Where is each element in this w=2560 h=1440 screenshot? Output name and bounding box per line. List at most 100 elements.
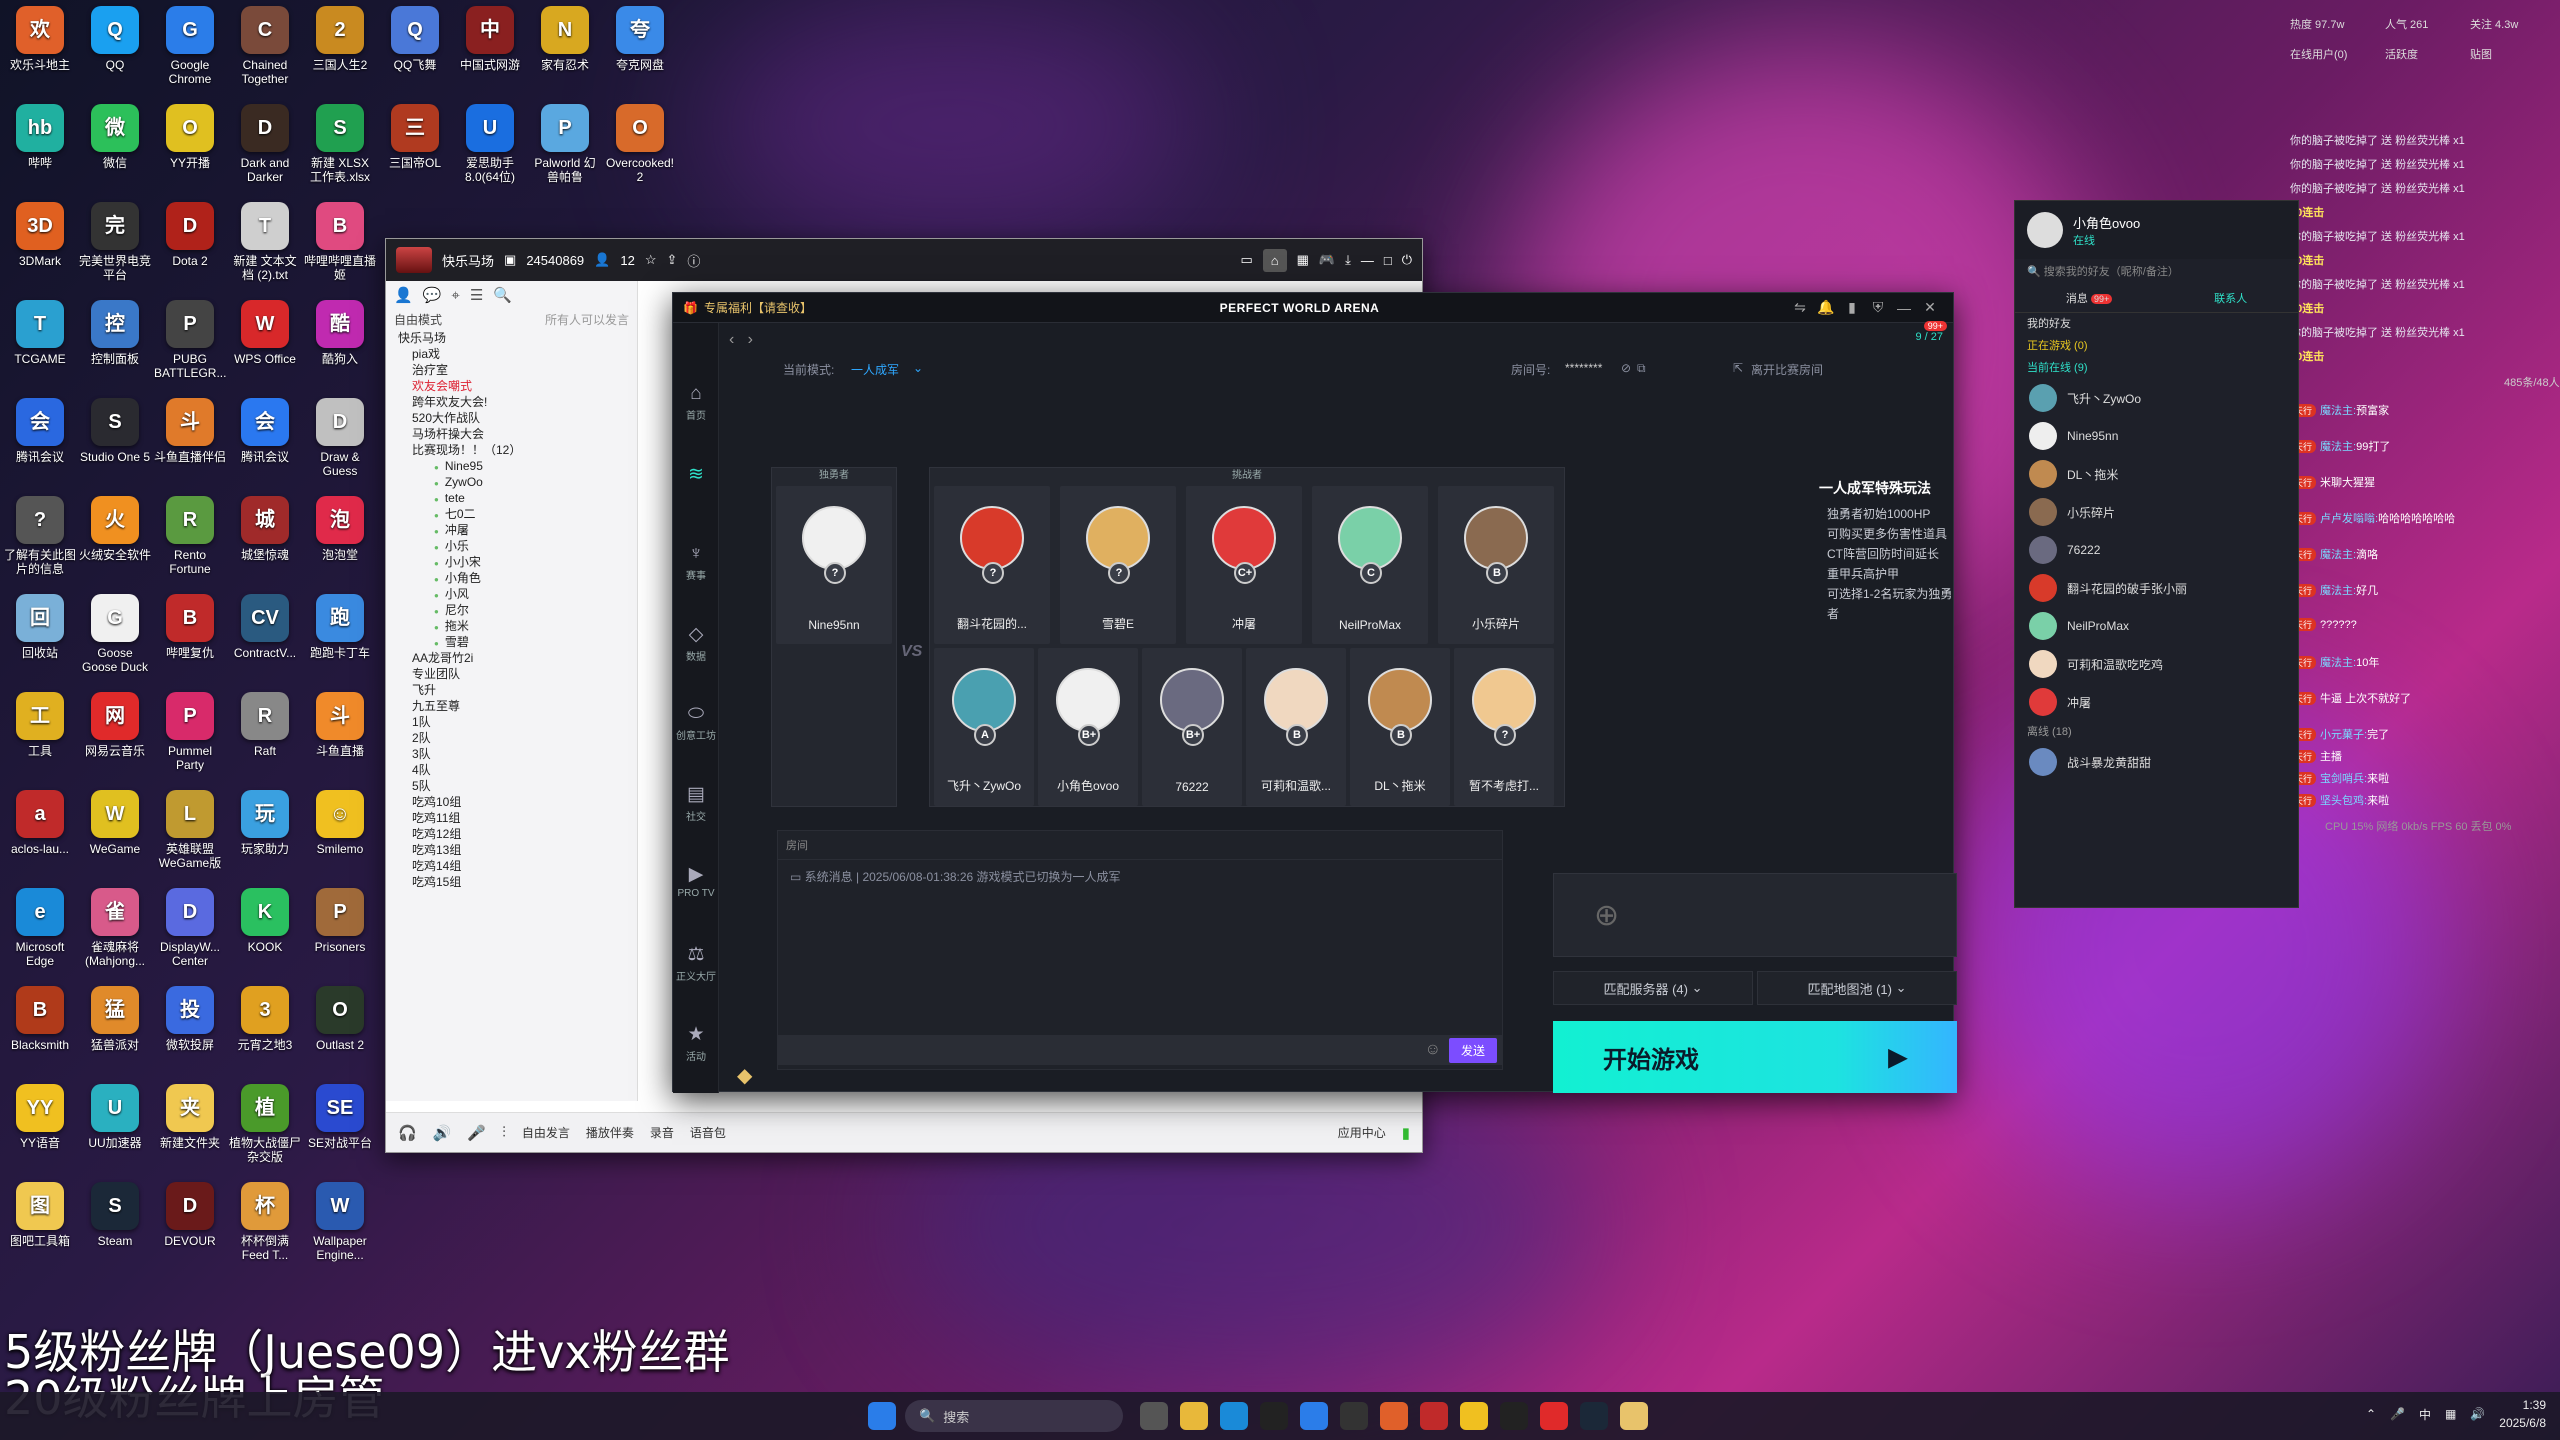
friend-row[interactable]: 飞升丶ZywOo: [2015, 379, 2298, 417]
close-icon[interactable]: ✕: [1917, 299, 1943, 316]
start-button[interactable]: [868, 1402, 896, 1430]
back-arrow-icon[interactable]: ‹: [729, 331, 734, 348]
player-card[interactable]: A 飞升丶ZywOo: [934, 648, 1034, 806]
desktop-icon[interactable]: 回回收站: [4, 594, 76, 674]
channel-item[interactable]: 比赛现场！！（12）: [386, 442, 637, 458]
desktop-icon[interactable]: O Outlast 2: [304, 986, 376, 1066]
chevron-down-icon[interactable]: ⌄: [913, 361, 923, 375]
desktop-icon[interactable]: ? 了解有关此图片的信息: [4, 496, 76, 576]
desktop-icon[interactable]: W WeGame: [79, 790, 151, 870]
desktop-icon[interactable]: S Studio One 5: [79, 398, 151, 478]
power-icon[interactable]: ⏻: [1402, 252, 1412, 268]
nav-item[interactable]: ▶ PRO TV: [673, 863, 719, 899]
desktop-icon[interactable]: 泡泡泡堂: [304, 496, 376, 576]
desktop-icon[interactable]: L 英雄联盟WeGame版: [154, 790, 226, 870]
search-icon[interactable]: 🔍: [493, 286, 512, 304]
map-select[interactable]: 匹配地图池 (1) ⌄: [1757, 971, 1957, 1005]
desktop-icon[interactable]: P Pummel Party: [154, 692, 226, 772]
copy-icon[interactable]: ⧉: [1637, 361, 1646, 376]
channel-item[interactable]: 吃鸡13组: [386, 842, 637, 858]
desktop-icon[interactable]: 欢欢乐斗地主: [4, 6, 76, 86]
steam-icon[interactable]: [1580, 1402, 1608, 1430]
chrome-icon[interactable]: [1300, 1402, 1328, 1430]
desktop-icon[interactable]: D Draw & Guess: [304, 398, 376, 478]
friend-row[interactable]: Nine95nn: [2015, 417, 2298, 455]
chat-icon[interactable]: 💬: [423, 286, 442, 304]
desktop-icon[interactable]: 斗斗鱼直播伴侣: [154, 398, 226, 478]
app-icon[interactable]: [1460, 1402, 1488, 1430]
chevron-up-icon[interactable]: ⌃: [2366, 1407, 2376, 1421]
free-speech-button[interactable]: 自由发言: [522, 1124, 570, 1141]
desktop-icon[interactable]: O YY开播: [154, 104, 226, 184]
desktop-icon[interactable]: 杯杯杯倒满 Feed T...: [229, 1182, 301, 1262]
player-card[interactable]: ? 翻斗花园的...: [934, 486, 1050, 644]
swap-icon[interactable]: ⇋: [1787, 299, 1813, 316]
diamond-icon[interactable]: ◆: [737, 1063, 752, 1088]
gamepad-icon[interactable]: 🎮: [1319, 252, 1335, 268]
desktop-icon[interactable]: P Prisoners: [304, 888, 376, 968]
desktop-icon[interactable]: 雀雀魂麻将(Mahjong...: [79, 888, 151, 968]
player-card[interactable]: C+ 冲屠: [1186, 486, 1302, 644]
eye-icon[interactable]: ⊘: [1621, 361, 1631, 375]
channel-item[interactable]: 1队: [386, 714, 637, 730]
desktop-icon[interactable]: Q QQ飞舞: [379, 6, 451, 86]
nav-item[interactable]: ▤ 社交: [673, 783, 719, 823]
friends-panel[interactable]: 小角色ovoo 在线 🔍 搜索我的好友（昵称/备注） 消息 99+ 联系人 我的…: [2014, 200, 2299, 908]
app-icon[interactable]: [1420, 1402, 1448, 1430]
friend-row[interactable]: DL丶拖米: [2015, 455, 2298, 493]
volume-icon[interactable]: 🔊: [2470, 1407, 2485, 1421]
edge-icon[interactable]: [1220, 1402, 1248, 1430]
nav-item[interactable]: ◇ 数据: [673, 623, 719, 663]
share-icon[interactable]: ⇪: [666, 252, 677, 268]
nav-item[interactable]: ≋: [673, 463, 719, 488]
channel-item[interactable]: 快乐马场: [386, 330, 637, 346]
desktop-icon[interactable]: 微微信: [79, 104, 151, 184]
desktop-icon[interactable]: ☺ Smilemo: [304, 790, 376, 870]
channel-item[interactable]: 吃鸡14组: [386, 858, 637, 874]
minimize-icon[interactable]: —: [1361, 253, 1374, 268]
desktop-icon[interactable]: 植植物大战僵尸杂交版: [229, 1084, 301, 1164]
channel-member[interactable]: 尼尔: [386, 602, 637, 618]
desktop-icon[interactable]: K KOOK: [229, 888, 301, 968]
mic-icon[interactable]: 🎤: [467, 1124, 486, 1142]
channel-item[interactable]: 3队: [386, 746, 637, 762]
player-card[interactable]: B 小乐碎片: [1438, 486, 1554, 644]
desktop-icon[interactable]: P PUBG BATTLEGR...: [154, 300, 226, 380]
ime-indicator[interactable]: 中: [2419, 1406, 2431, 1423]
desktop-icon[interactable]: hb 哔哔: [4, 104, 76, 184]
screen-icon[interactable]: ▭: [1240, 252, 1252, 268]
friend-row[interactable]: 战斗暴龙黄甜甜: [2015, 743, 2298, 781]
friend-row[interactable]: 76222: [2015, 531, 2298, 569]
desktop-icon[interactable]: W WPS Office: [229, 300, 301, 380]
desktop-icon[interactable]: 工工具: [4, 692, 76, 772]
desktop-icon[interactable]: G Goose Goose Duck: [79, 594, 151, 674]
desktop-icon[interactable]: T TCGAME: [4, 300, 76, 380]
desktop-icon[interactable]: 三三国帝OL: [379, 104, 451, 184]
desktop-icon[interactable]: B 哔哩复仇: [154, 594, 226, 674]
desktop-icon[interactable]: W Wallpaper Engine...: [304, 1182, 376, 1262]
channel-member[interactable]: 小小宋: [386, 554, 637, 570]
friend-search[interactable]: 🔍 搜索我的好友（昵称/备注）: [2015, 259, 2298, 283]
channel-member[interactable]: 小乐: [386, 538, 637, 554]
friend-row[interactable]: 小乐碎片: [2015, 493, 2298, 531]
avatar[interactable]: [2027, 212, 2063, 248]
desktop-icon[interactable]: 控控制面板: [79, 300, 151, 380]
location-icon[interactable]: ⌖: [451, 287, 459, 304]
tab-contacts[interactable]: 联系人: [2214, 290, 2247, 306]
desktop-icon[interactable]: 图图吧工具箱: [4, 1182, 76, 1262]
channel-item[interactable]: 飞升: [386, 682, 637, 698]
player-card[interactable]: ? Nine95nn: [776, 486, 892, 644]
desktop-icon[interactable]: U 爱思助手 8.0(64位): [454, 104, 526, 184]
player-card[interactable]: B 可莉和温歌...: [1246, 648, 1346, 806]
channel-member[interactable]: 小角色: [386, 570, 637, 586]
desktop-icon[interactable]: 夸夸克网盘: [604, 6, 676, 86]
voice-pack-button[interactable]: 语音包: [690, 1124, 726, 1141]
channel-item[interactable]: 九五至尊: [386, 698, 637, 714]
channel-member[interactable]: Nine95: [386, 458, 637, 474]
player-card[interactable]: ? 暂不考虑打...: [1454, 648, 1554, 806]
invite-slot[interactable]: ⊕: [1553, 873, 1957, 957]
channel-member[interactable]: 冲屠: [386, 522, 637, 538]
desktop-icon[interactable]: B 哔哩哔哩直播姬: [304, 202, 376, 282]
plus-icon[interactable]: ⊕: [1594, 898, 1619, 933]
grid-icon[interactable]: ▦: [2445, 1407, 2456, 1421]
